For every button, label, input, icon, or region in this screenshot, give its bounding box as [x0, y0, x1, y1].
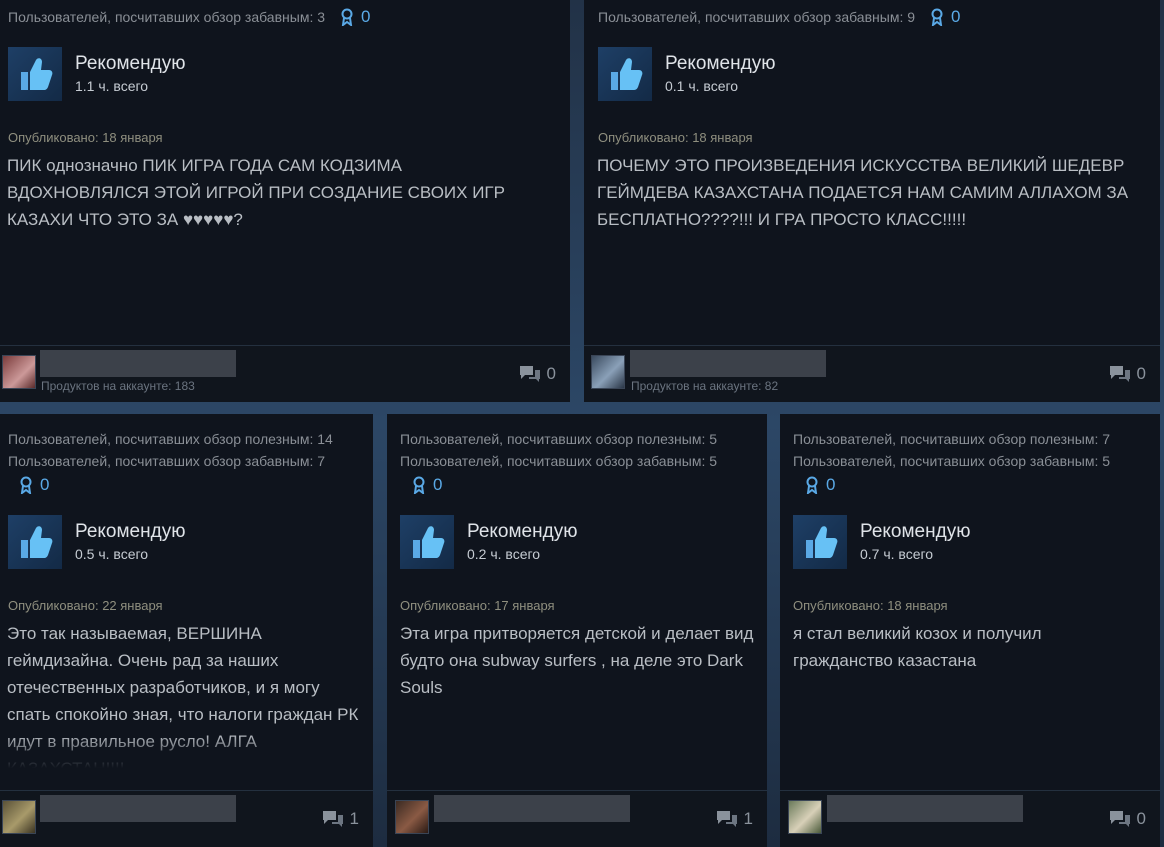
text-fade — [0, 734, 373, 772]
comments-button[interactable]: 1 — [322, 809, 359, 829]
award-icon — [341, 8, 353, 26]
review-text: ПОЧЕМУ ЭТО ПРОИЗВЕДЕНИЯ ИСКУССТВА ВЕЛИКИ… — [597, 156, 1129, 229]
comment-icon — [1109, 811, 1130, 827]
helpful-count: Пользователей, посчитавших обзор полезны… — [400, 431, 718, 447]
avatar[interactable] — [591, 355, 625, 389]
verdict-block[interactable]: Рекомендую 1.1 ч. всего — [8, 47, 185, 101]
review-text: я стал великий козох и получил гражданст… — [793, 624, 1042, 670]
award-count: 0 — [433, 475, 443, 494]
review-text: ПИК однозначно ПИК ИГРА ГОДА САМ КОДЗИМА… — [7, 156, 505, 229]
hours-played: 0.7 ч. всего — [860, 546, 934, 562]
award-button[interactable]: 0 — [780, 472, 1160, 498]
comment-icon — [322, 811, 343, 827]
verdict-block[interactable]: Рекомендую 0.2 ч. всего — [400, 515, 577, 569]
comment-count: 1 — [349, 809, 359, 828]
thumbs-up-icon — [8, 47, 62, 101]
award-button[interactable]: 0 — [0, 472, 373, 498]
username-redacted[interactable] — [434, 795, 630, 822]
thumbs-up-icon — [8, 515, 62, 569]
award-button[interactable]: 0 — [387, 472, 767, 498]
thumbs-up-icon — [793, 515, 847, 569]
funny-count: Пользователей, посчитавших обзор забавны… — [793, 453, 1111, 469]
review-card: Пользователей, посчитавших обзор забавны… — [0, 0, 570, 402]
review-card: Пользователей, посчитавших обзор полезны… — [387, 414, 767, 847]
award-icon — [20, 476, 32, 494]
funny-count: Пользователей, посчитавших обзор забавны… — [8, 9, 326, 25]
avatar[interactable] — [788, 800, 822, 834]
verdict-block[interactable]: Рекомендую 0.1 ч. всего — [598, 47, 775, 101]
helpful-count: Пользователей, посчитавших обзор полезны… — [793, 431, 1111, 447]
verdict-label: Рекомендую — [75, 53, 186, 74]
comments-button[interactable]: 0 — [519, 364, 556, 384]
comment-count: 0 — [1136, 809, 1146, 828]
verdict-block[interactable]: Рекомендую 0.5 ч. всего — [8, 515, 185, 569]
thumbs-up-icon — [400, 515, 454, 569]
verdict-label: Рекомендую — [467, 521, 578, 542]
verdict-label: Рекомендую — [665, 53, 776, 74]
award-count: 0 — [951, 7, 961, 26]
comment-icon — [1109, 366, 1130, 382]
award-icon — [806, 476, 818, 494]
comment-count: 0 — [1136, 364, 1146, 383]
review-card: Пользователей, посчитавших обзор забавны… — [584, 0, 1160, 402]
avatar[interactable] — [2, 355, 36, 389]
products-owned: Продуктов на аккаунте: 82 — [631, 379, 779, 393]
verdict-label: Рекомендую — [75, 521, 186, 542]
posted-date: Опубликовано: 18 января — [8, 130, 163, 145]
comments-button[interactable]: 0 — [1109, 809, 1146, 829]
posted-date: Опубликовано: 18 января — [598, 130, 753, 145]
verdict-block[interactable]: Рекомендую 0.7 ч. всего — [793, 515, 970, 569]
comment-count: 0 — [546, 364, 556, 383]
review-card: Пользователей, посчитавших обзор полезны… — [780, 414, 1160, 847]
funny-count: Пользователей, посчитавших обзор забавны… — [8, 453, 326, 469]
username-redacted[interactable] — [40, 795, 236, 822]
award-button[interactable]: 0 — [929, 7, 961, 27]
award-count: 0 — [361, 7, 371, 26]
username-redacted[interactable] — [827, 795, 1023, 822]
review-footer: 0 — [780, 790, 1160, 847]
award-button[interactable]: 0 — [339, 7, 371, 27]
hours-played: 0.2 ч. всего — [467, 546, 541, 562]
comment-count: 1 — [743, 809, 753, 828]
verdict-label: Рекомендую — [860, 521, 971, 542]
review-footer: 1 — [0, 790, 373, 847]
posted-date: Опубликовано: 17 января — [400, 598, 555, 613]
comments-button[interactable]: 1 — [716, 809, 753, 829]
username-redacted[interactable] — [630, 350, 826, 377]
award-count: 0 — [826, 475, 836, 494]
review-footer: Продуктов на аккаунте: 82 0 — [584, 345, 1160, 402]
award-icon — [413, 476, 425, 494]
review-card: Пользователей, посчитавших обзор полезны… — [0, 414, 373, 847]
comment-icon — [519, 366, 540, 382]
hours-played: 0.1 ч. всего — [665, 78, 739, 94]
hours-played: 1.1 ч. всего — [75, 78, 149, 94]
posted-date: Опубликовано: 22 января — [8, 598, 163, 613]
review-text: Эта игра притворяется детской и делает в… — [400, 624, 754, 697]
review-footer: Продуктов на аккаунте: 183 0 — [0, 345, 570, 402]
avatar[interactable] — [2, 800, 36, 834]
username-redacted[interactable] — [40, 350, 236, 377]
review-footer: 1 — [387, 790, 767, 847]
products-owned: Продуктов на аккаунте: 183 — [41, 379, 195, 393]
award-icon — [931, 8, 943, 26]
helpful-count: Пользователей, посчитавших обзор полезны… — [8, 431, 333, 447]
funny-count: Пользователей, посчитавших обзор забавны… — [400, 453, 718, 469]
funny-count: Пользователей, посчитавших обзор забавны… — [598, 9, 916, 25]
thumbs-up-icon — [598, 47, 652, 101]
award-count: 0 — [40, 475, 50, 494]
posted-date: Опубликовано: 18 января — [793, 598, 948, 613]
avatar[interactable] — [395, 800, 429, 834]
comment-icon — [716, 811, 737, 827]
hours-played: 0.5 ч. всего — [75, 546, 149, 562]
comments-button[interactable]: 0 — [1109, 364, 1146, 384]
